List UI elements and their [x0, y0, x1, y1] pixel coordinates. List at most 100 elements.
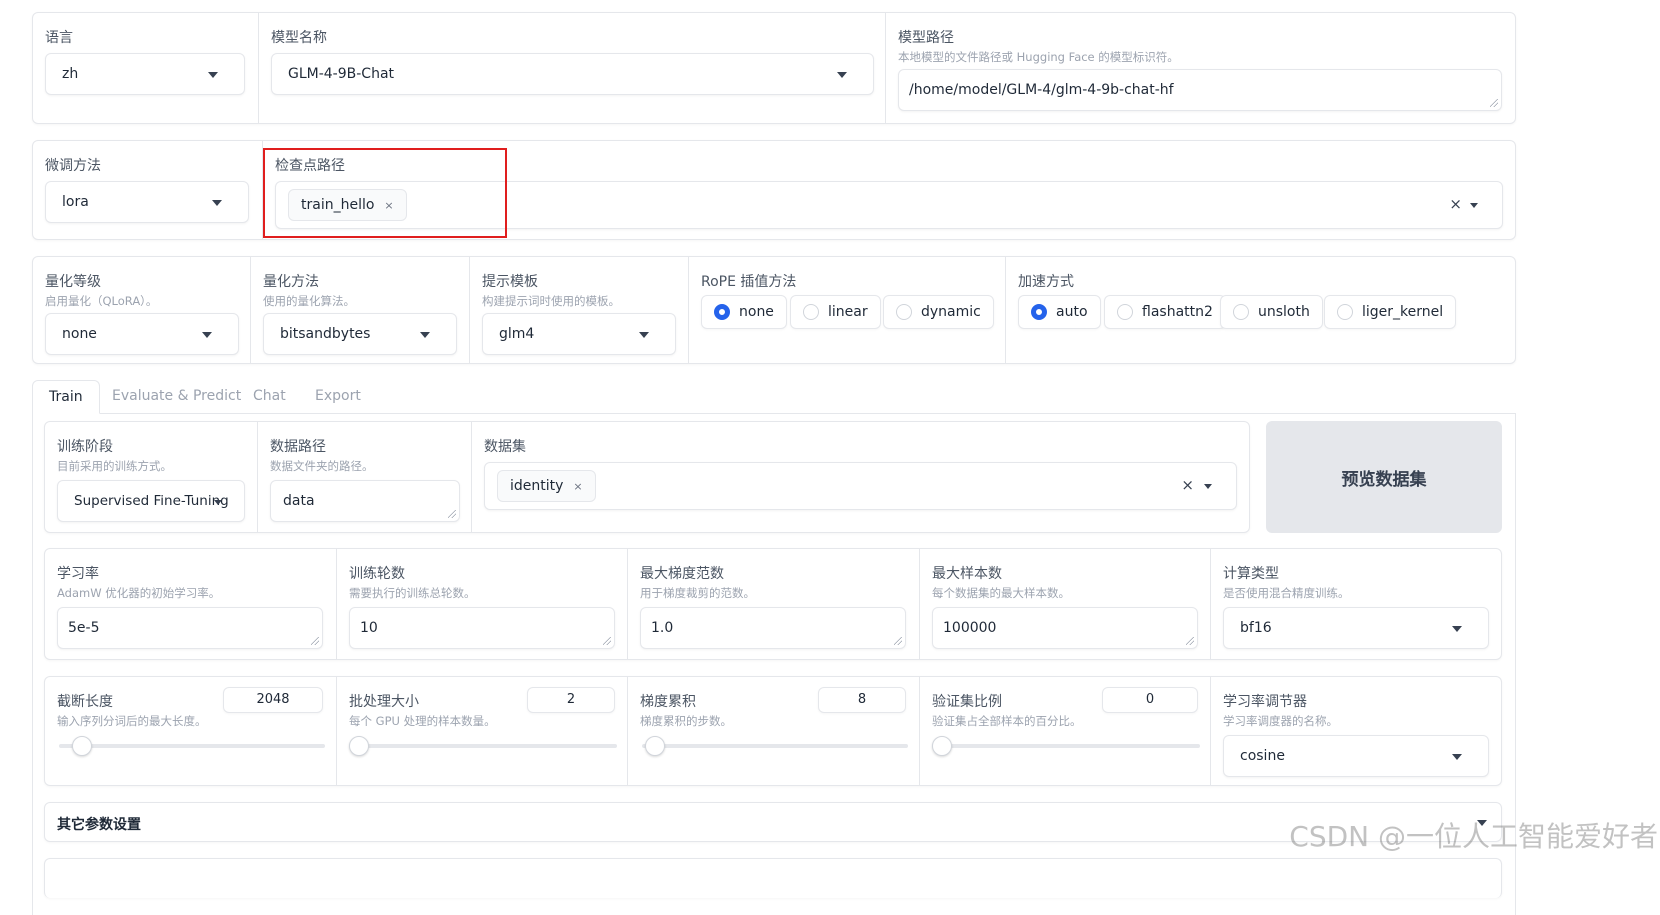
remove-chip-icon[interactable]: × — [573, 480, 582, 493]
maxsamples-input[interactable]: 100000 — [932, 607, 1198, 649]
maxgrad-info: 用于梯度裁剪的范数。 — [640, 586, 755, 600]
clear-icon[interactable]: × — [1181, 476, 1194, 494]
stage-value: Supervised Fine-Tuning — [74, 493, 229, 509]
cutoff-slider-track[interactable] — [59, 744, 325, 748]
model-name-cell: 模型名称 GLM-4-9B-Chat — [259, 13, 886, 123]
dataset-dir-label: 数据路径 — [270, 439, 326, 455]
compute-info: 是否使用混合精度训练。 — [1223, 586, 1350, 600]
chevron-down-icon — [837, 72, 847, 78]
method-cell: 微调方法 lora — [33, 141, 263, 239]
preview-dataset-button[interactable]: 预览数据集 — [1266, 421, 1502, 533]
dataset-dir-input[interactable]: data — [270, 480, 460, 522]
cutoff-label: 截断长度 — [57, 694, 113, 710]
maxgrad-value: 1.0 — [651, 620, 674, 636]
radio-unselected-icon — [803, 304, 819, 320]
quant-method-dropdown[interactable]: bitsandbytes — [263, 313, 457, 355]
valsize-slider-track[interactable] — [934, 744, 1200, 748]
gradaccum-info: 梯度累积的步数。 — [640, 714, 732, 728]
quant-method-info: 使用的量化算法。 — [263, 294, 355, 308]
model-path-input[interactable]: /home/model/GLM-4/glm-4-9b-chat-hf — [898, 69, 1502, 111]
model-name-value: GLM-4-9B-Chat — [288, 66, 395, 82]
lr-info: AdamW 优化器的初始学习率。 — [57, 586, 221, 600]
model-name-dropdown[interactable]: GLM-4-9B-Chat — [271, 53, 874, 95]
tab-bar: Train Evaluate & Predict Chat Export — [32, 380, 1516, 414]
valsize-cell: 验证集比例 验证集占全部样本的百分比。 0 — [920, 677, 1211, 785]
maxsamples-info: 每个数据集的最大样本数。 — [932, 586, 1070, 600]
cutoff-cell: 截断长度 输入序列分词后的最大长度。 2048 — [45, 677, 337, 785]
booster-option-label: liger_kernel — [1362, 304, 1444, 320]
batch-number-input[interactable]: 2 — [527, 687, 615, 713]
lang-dropdown[interactable]: zh — [45, 53, 245, 95]
scheduler-dropdown[interactable]: cosine — [1223, 735, 1489, 777]
epochs-cell: 训练轮数 需要执行的训练总轮数。 10 — [337, 549, 628, 659]
dataset-chip-label: identity — [510, 478, 564, 494]
chevron-down-icon — [208, 72, 218, 78]
dataset-multiselect[interactable]: identity × × — [484, 462, 1237, 510]
template-dropdown[interactable]: glm4 — [482, 313, 676, 355]
quant-bit-cell: 量化等级 启用量化（QLoRA）。 none — [33, 257, 251, 363]
booster-option-label: flashattn2 — [1142, 304, 1213, 320]
resize-handle-icon[interactable] — [894, 637, 902, 645]
scheduler-value: cosine — [1240, 748, 1285, 764]
valsize-number-input[interactable]: 0 — [1102, 687, 1198, 713]
maxsamples-cell: 最大样本数 每个数据集的最大样本数。 100000 — [920, 549, 1211, 659]
tab-evaluate-predict[interactable]: Evaluate & Predict — [96, 380, 257, 414]
dataset-label: 数据集 — [484, 439, 526, 455]
model-path-cell: 模型路径 本地模型的文件路径或 Hugging Face 的模型标识符。 /ho… — [886, 13, 1515, 123]
valsize-label: 验证集比例 — [932, 694, 1002, 710]
quant-method-label: 量化方法 — [263, 274, 319, 290]
quant-method-value: bitsandbytes — [280, 326, 371, 342]
epochs-input[interactable]: 10 — [349, 607, 615, 649]
rope-option-label: none — [739, 304, 774, 320]
batch-cell: 批处理大小 每个 GPU 处理的样本数量。 2 — [337, 677, 628, 785]
resize-handle-icon[interactable] — [448, 510, 456, 518]
quant-bit-label: 量化等级 — [45, 274, 101, 290]
stage-dropdown[interactable]: Supervised Fine-Tuning — [57, 480, 245, 522]
resize-handle-icon[interactable] — [603, 637, 611, 645]
tab-chat[interactable]: Chat — [237, 380, 302, 414]
dataset-dir-value: data — [283, 493, 315, 509]
chevron-down-icon — [1204, 484, 1212, 489]
maxgrad-label: 最大梯度范数 — [640, 566, 724, 582]
method-dropdown[interactable]: lora — [45, 181, 249, 223]
maxgrad-cell: 最大梯度范数 用于梯度裁剪的范数。 1.0 — [628, 549, 920, 659]
tab-train[interactable]: Train — [32, 380, 100, 414]
stage-label: 训练阶段 — [57, 439, 113, 455]
scheduler-info: 学习率调度器的名称。 — [1223, 714, 1338, 728]
gradaccum-slider-track[interactable] — [642, 744, 908, 748]
dataset-row: 训练阶段 目前采用的训练方式。 Supervised Fine-Tuning 数… — [44, 421, 1250, 533]
tab-export[interactable]: Export — [299, 380, 377, 414]
lr-input[interactable]: 5e-5 — [57, 607, 323, 649]
template-cell: 提示模板 构建提示词时使用的模板。 glm4 — [470, 257, 689, 363]
compute-cell: 计算类型 是否使用混合精度训练。 bf16 — [1211, 549, 1501, 659]
booster-option-flashattn2[interactable]: flashattn2 — [1104, 295, 1226, 329]
booster-option-unsloth[interactable]: unsloth — [1220, 295, 1323, 329]
gradaccum-cell: 梯度累积 梯度累积的步数。 8 — [628, 677, 920, 785]
quant-bit-dropdown[interactable]: none — [45, 313, 239, 355]
gradaccum-slider-thumb[interactable] — [644, 736, 665, 756]
gradaccum-number-input[interactable]: 8 — [818, 687, 906, 713]
booster-option-auto[interactable]: auto — [1018, 295, 1101, 329]
batch-info: 每个 GPU 处理的样本数量。 — [349, 714, 496, 728]
cutoff-slider-thumb[interactable] — [71, 736, 92, 756]
maxsamples-value: 100000 — [943, 620, 997, 636]
compute-dropdown[interactable]: bf16 — [1223, 607, 1489, 649]
clear-icon[interactable]: × — [1449, 195, 1462, 213]
resize-handle-icon[interactable] — [1490, 99, 1498, 107]
batch-slider-thumb[interactable] — [349, 736, 369, 756]
method-value: lora — [62, 194, 89, 210]
chevron-down-icon — [214, 500, 222, 505]
booster-option-liger-kernel[interactable]: liger_kernel — [1324, 295, 1457, 329]
other-settings-accordion[interactable]: 其它参数设置 — [44, 802, 1502, 842]
dataset-cell: 数据集 identity × × — [472, 422, 1249, 532]
batch-slider-track[interactable] — [351, 744, 617, 748]
maxgrad-input[interactable]: 1.0 — [640, 607, 906, 649]
rope-option-none[interactable]: none — [701, 295, 787, 329]
resize-handle-icon[interactable] — [1186, 637, 1194, 645]
rope-option-linear[interactable]: linear — [790, 295, 881, 329]
resize-handle-icon[interactable] — [311, 637, 319, 645]
cutoff-number-input[interactable]: 2048 — [223, 687, 323, 713]
rope-option-dynamic[interactable]: dynamic — [883, 295, 994, 329]
valsize-slider-thumb[interactable] — [932, 736, 952, 756]
chevron-down-icon — [202, 332, 212, 338]
